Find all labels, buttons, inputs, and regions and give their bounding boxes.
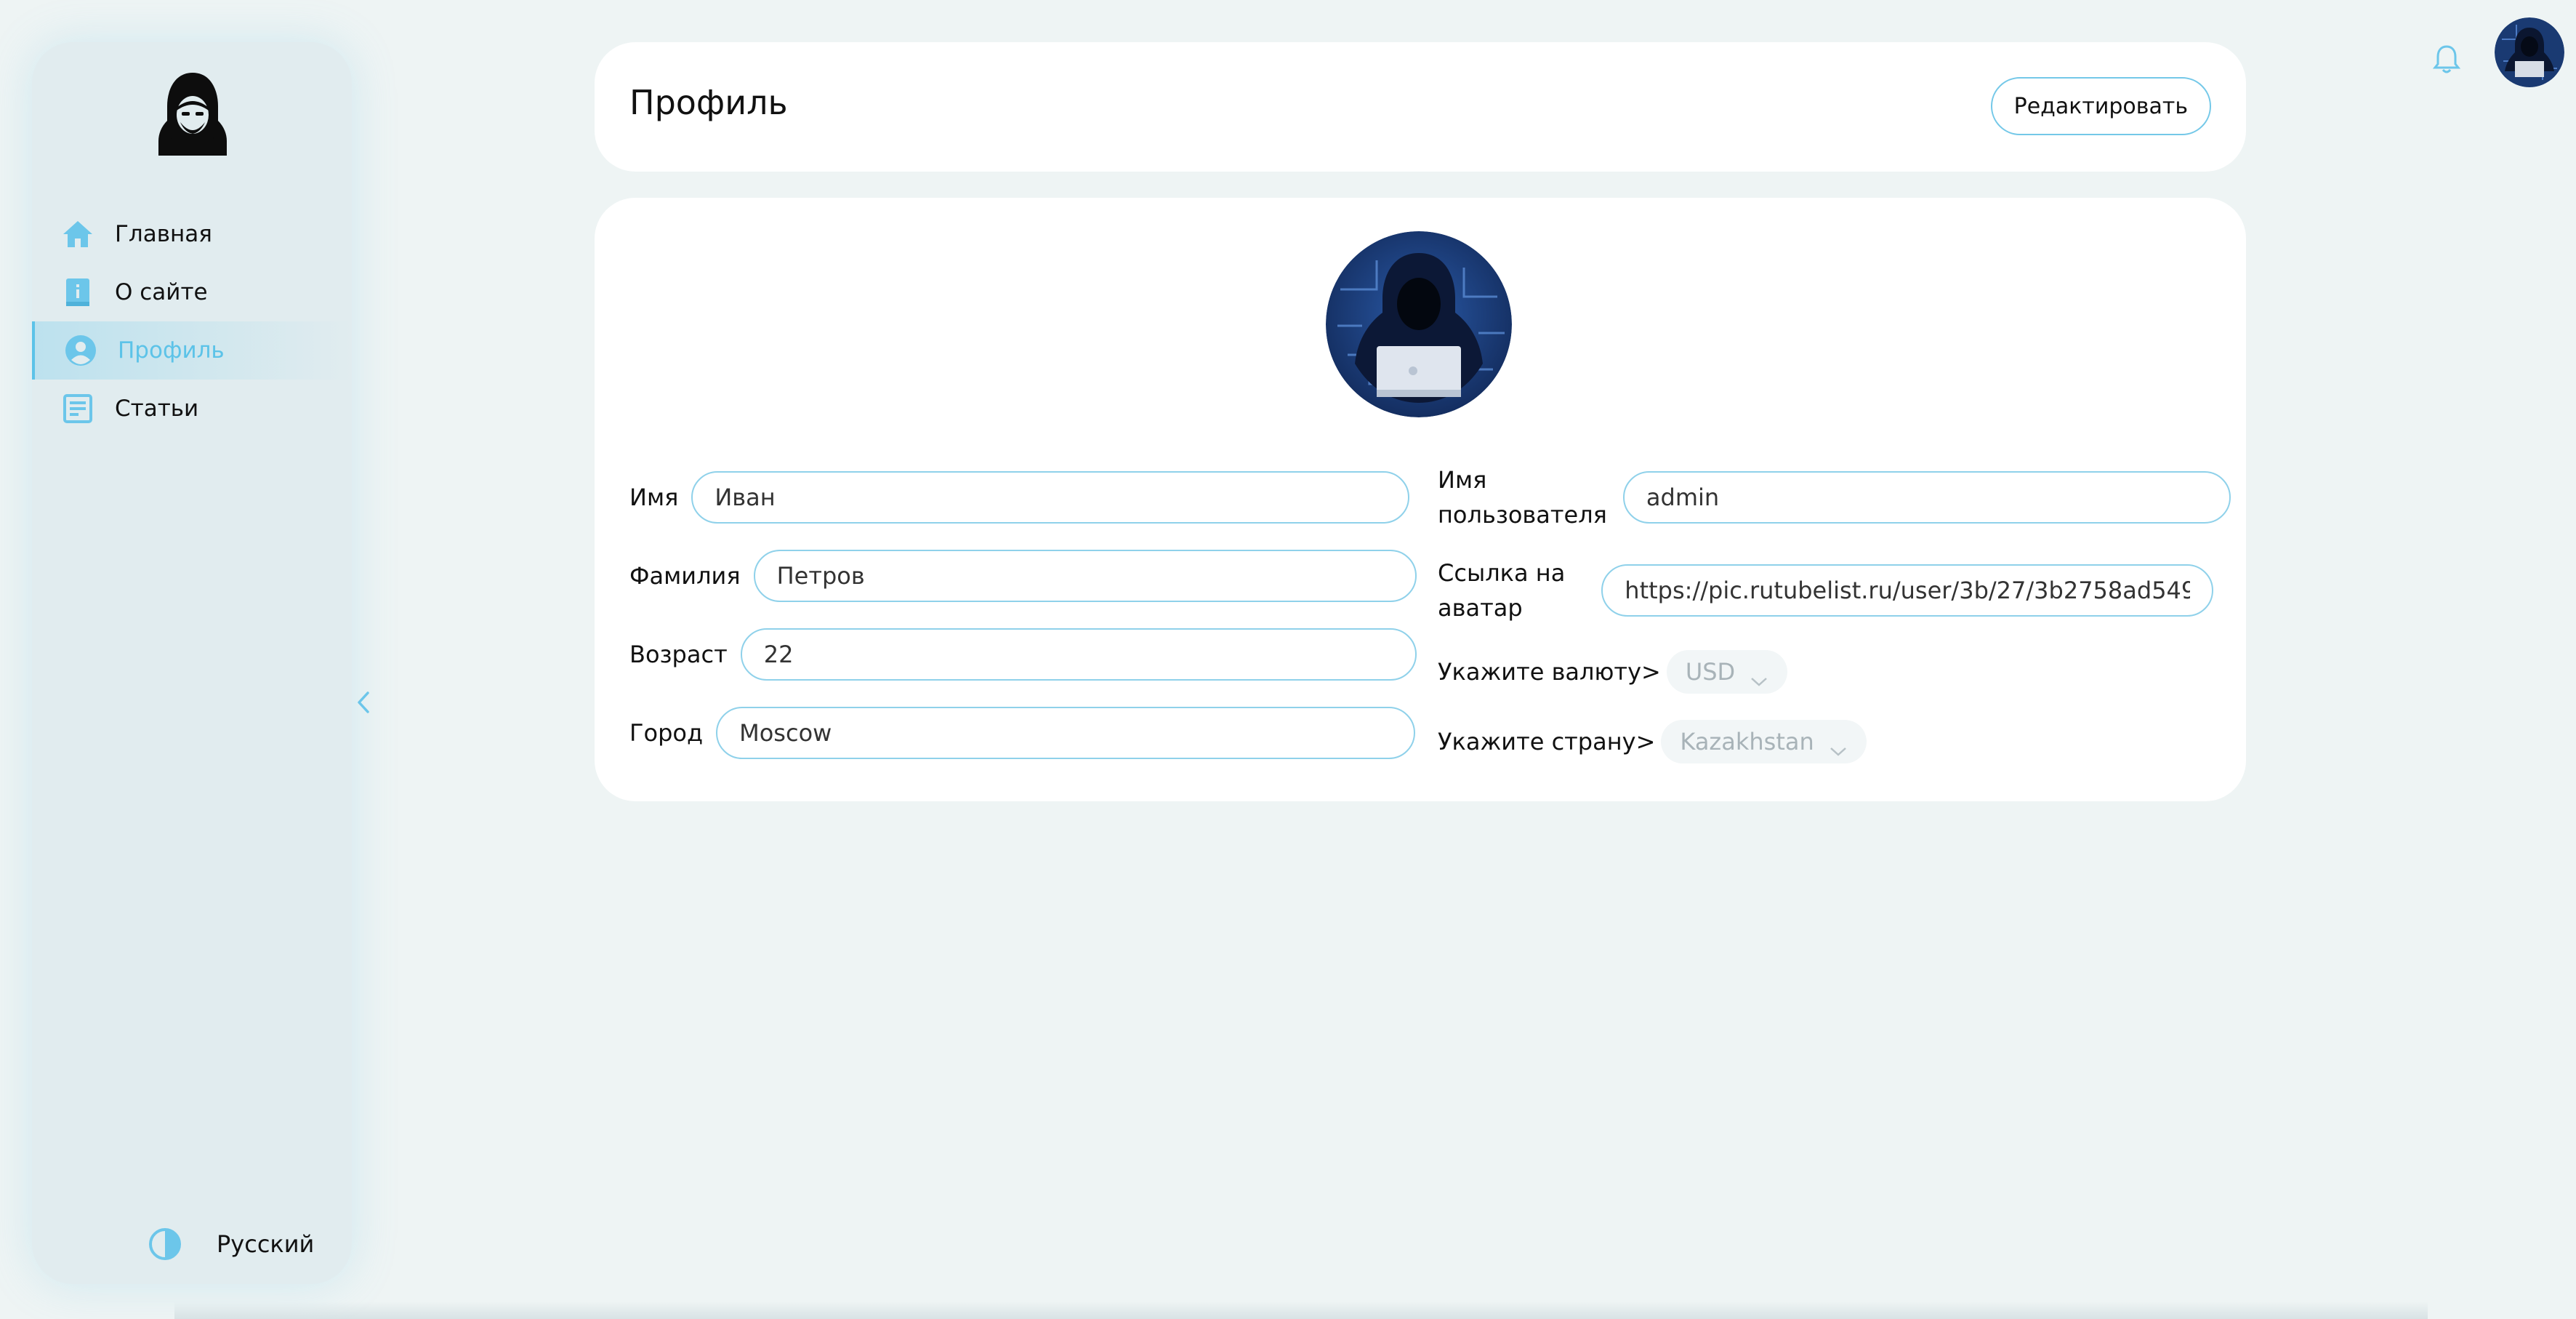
country-value: Kazakhstan	[1680, 728, 1814, 755]
username-label: Имя пользователя	[1438, 466, 1607, 529]
currency-label: Укажите валюту>	[1438, 658, 1661, 686]
chevron-left-icon	[356, 691, 371, 717]
chevron-down-icon	[1829, 736, 1848, 756]
home-icon	[61, 217, 94, 251]
sidebar-item-profile[interactable]: Профиль	[32, 321, 352, 380]
profile-avatar	[1326, 231, 1512, 417]
last-name-label: Фамилия	[629, 562, 741, 590]
country-select[interactable]: Kazakhstan	[1661, 720, 1867, 763]
collapse-sidebar-button[interactable]	[349, 689, 378, 718]
language-switcher: Русский	[148, 1227, 314, 1261]
sidebar-item-label: Профиль	[118, 337, 225, 364]
age-row: Возраст	[629, 628, 1417, 681]
sidebar-item-articles[interactable]: Статьи	[32, 380, 352, 438]
theme-toggle-icon[interactable]	[148, 1227, 182, 1261]
page-title: Профиль	[629, 83, 788, 122]
notification-bell-icon[interactable]	[2432, 44, 2461, 74]
profile-header-card: Профиль Редактировать	[595, 42, 2246, 172]
last-name-row: Фамилия	[629, 550, 1417, 602]
chevron-down-icon	[1750, 666, 1768, 686]
language-button[interactable]: Русский	[217, 1230, 314, 1258]
page-bottom-edge	[174, 1302, 2428, 1319]
user-circle-icon	[64, 334, 97, 367]
city-input[interactable]	[716, 707, 1416, 759]
username-input[interactable]	[1622, 471, 2231, 524]
first-name-label: Имя	[629, 484, 679, 511]
username-row: Имя пользователя	[1438, 462, 2231, 532]
user-avatar[interactable]	[2495, 17, 2564, 87]
currency-value: USD	[1685, 658, 1736, 686]
sidebar-item-home[interactable]: Главная	[32, 205, 352, 263]
sidebar-nav: Главная О сайте Профиль Статьи	[32, 205, 352, 438]
sidebar-item-about[interactable]: О сайте	[32, 263, 352, 321]
hacker-logo-icon[interactable]	[156, 70, 230, 159]
currency-row: Укажите валюту> USD	[1438, 650, 1788, 694]
age-input[interactable]	[740, 628, 1417, 681]
sidebar: Главная О сайте Профиль Статьи Русский	[32, 42, 369, 1284]
sidebar-item-label: О сайте	[115, 279, 208, 305]
sidebar-item-label: Главная	[115, 221, 212, 247]
age-label: Возраст	[629, 641, 728, 668]
city-label: Город	[629, 719, 704, 747]
info-book-icon	[61, 276, 94, 309]
avatar-url-row: Ссылка на аватар	[1438, 556, 2214, 625]
country-label: Укажите страну>	[1438, 728, 1656, 755]
avatar-url-label: Ссылка на аватар	[1438, 559, 1566, 622]
first-name-input[interactable]	[691, 471, 1410, 524]
city-row: Город	[629, 707, 1416, 759]
country-row: Укажите страну> Kazakhstan	[1438, 720, 1867, 763]
currency-select[interactable]: USD	[1666, 650, 1788, 694]
profile-form-card: Имя Фамилия Возраст Город Имя пользовате…	[595, 198, 2246, 801]
article-icon	[61, 392, 94, 425]
avatar-url-input[interactable]	[1601, 564, 2214, 617]
edit-button[interactable]: Редактировать	[1990, 77, 2211, 135]
last-name-input[interactable]	[753, 550, 1417, 602]
first-name-row: Имя	[629, 471, 1410, 524]
sidebar-item-label: Статьи	[115, 396, 199, 422]
